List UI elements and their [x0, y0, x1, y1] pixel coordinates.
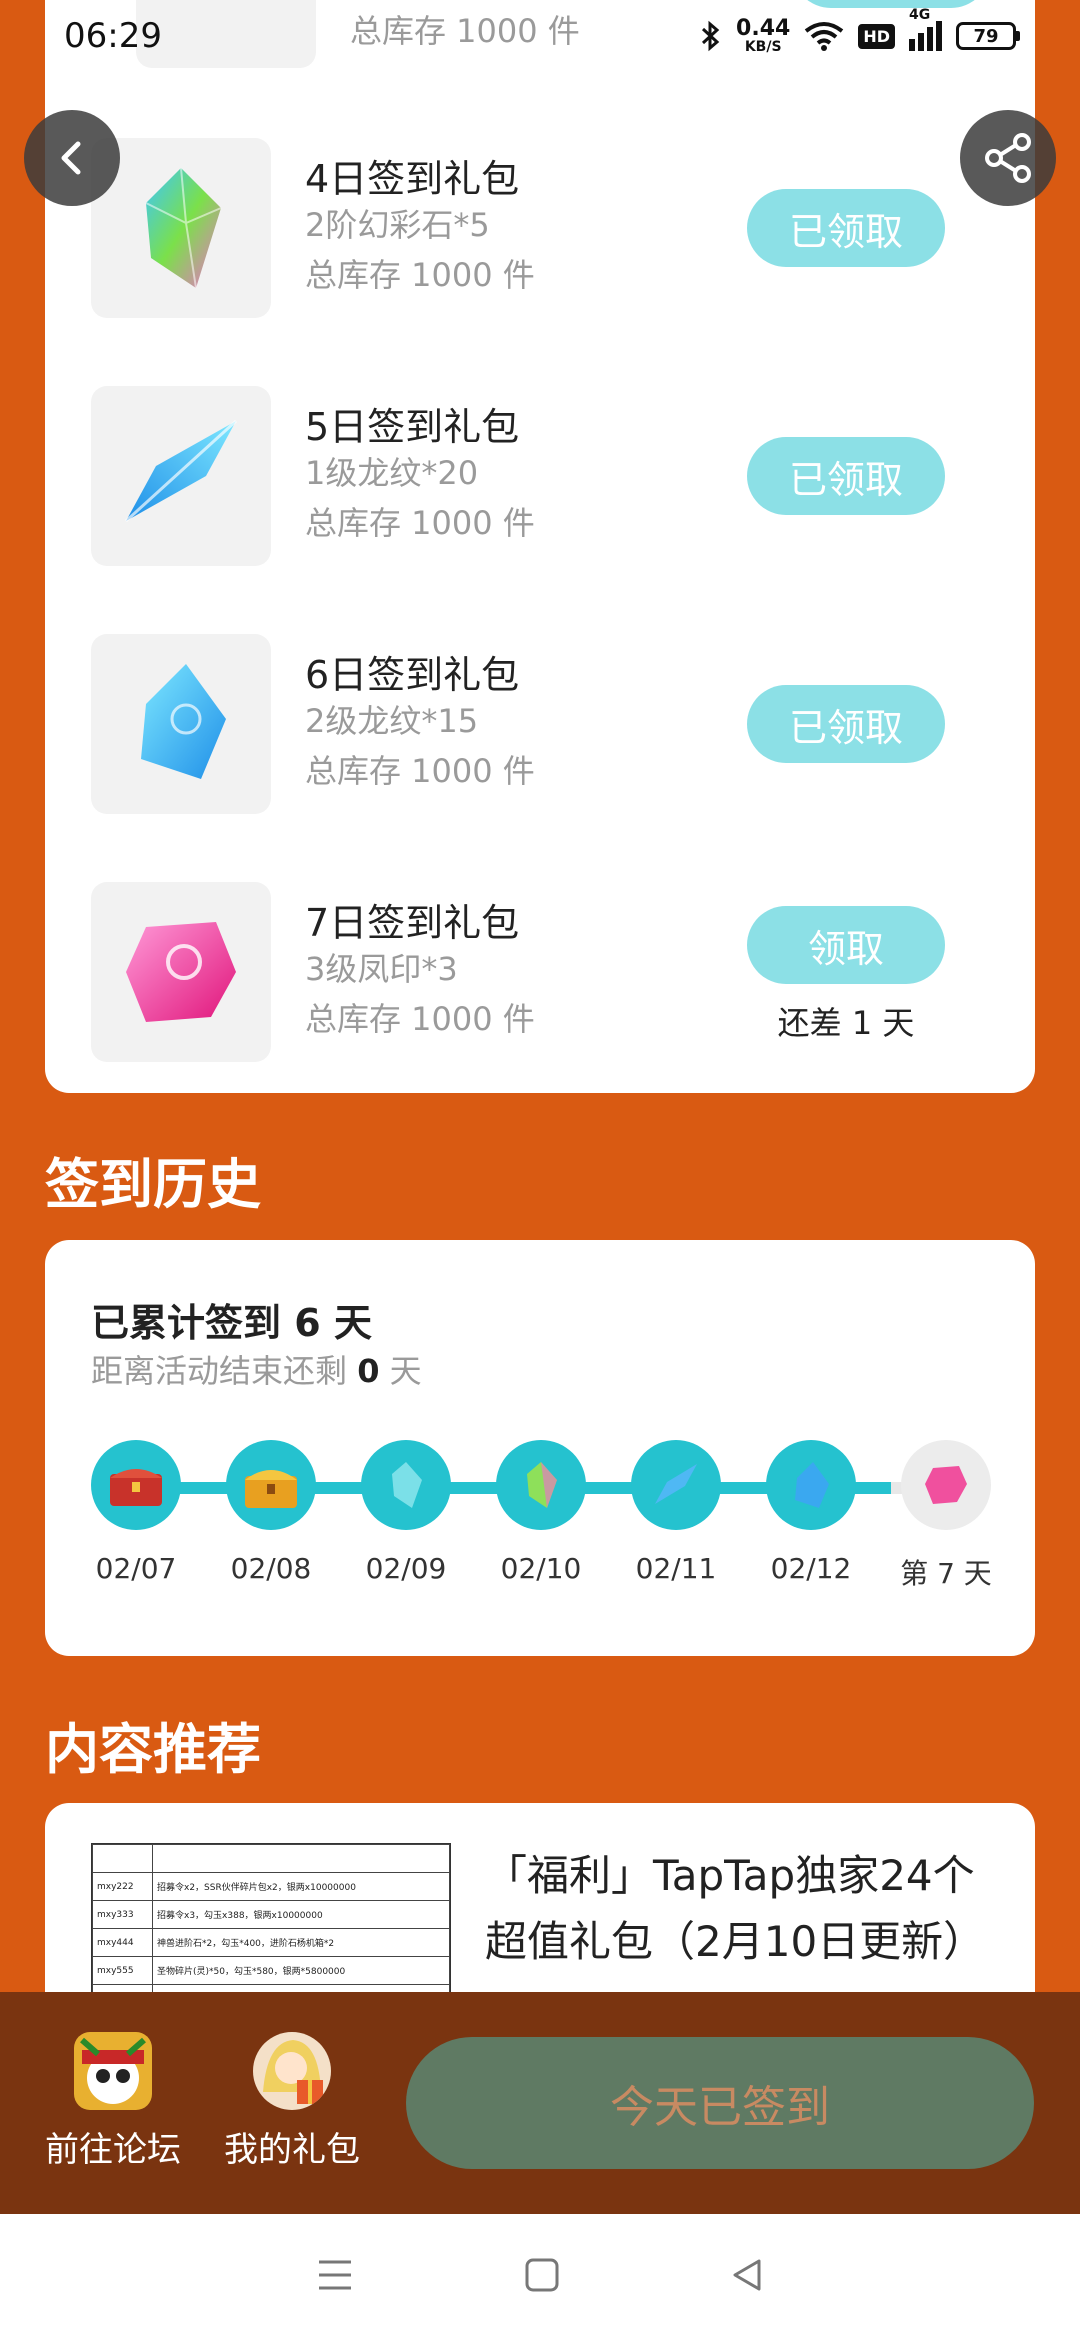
status-time: 06:29 — [64, 16, 162, 56]
forum-button[interactable]: 前往论坛 — [28, 2032, 198, 2171]
timeline-date: 02/10 — [500, 1552, 582, 1585]
gift-list-card: 总库存 1000 件 4日签到礼包 2阶幻彩石*5 总库存 1000 件 已领取… — [45, 0, 1035, 1093]
article-title: 「福利」TapTap独家24个超值礼包（2月10日更新） — [485, 1851, 986, 1966]
system-nav-bar — [0, 2214, 1080, 2340]
back-button[interactable] — [24, 110, 120, 206]
timeline-date: 02/07 — [95, 1552, 177, 1585]
gift-stock: 总库存 1000 件 — [305, 752, 535, 790]
cell-signal-icon: 4G — [909, 7, 942, 51]
net-speed: 0.44 KB/S — [736, 16, 791, 55]
my-gifts-label: 我的礼包 — [224, 2130, 360, 2170]
gift-title: 6日签到礼包 — [305, 653, 520, 697]
bottom-action-bar: 前往论坛 我的礼包 今天已签到 — [0, 1992, 1080, 2214]
gold-chest-icon — [226, 1440, 316, 1530]
timeline-date: 02/09 — [365, 1552, 447, 1585]
gift-stock: 总库存 1000 件 — [305, 1000, 535, 1038]
gift-avatar-icon — [253, 2032, 331, 2110]
gift-desc: 2阶幻彩石*5 — [305, 206, 490, 244]
claimed-button[interactable]: 已领取 — [747, 437, 945, 515]
forum-avatar-icon — [74, 2032, 152, 2110]
share-button[interactable] — [960, 110, 1056, 206]
my-gifts-button[interactable]: 我的礼包 — [207, 2032, 377, 2171]
phoenix-seal-gem-icon — [91, 882, 271, 1062]
gift-row: 7日签到礼包 3级凤印*3 总库存 1000 件 领取 还差 1 天 — [45, 882, 990, 1062]
forum-label: 前往论坛 — [45, 2130, 181, 2170]
dragon-pattern-crystal-icon — [766, 1440, 856, 1530]
home-icon[interactable] — [524, 2257, 560, 2297]
gift-desc: 1级龙纹*20 — [305, 454, 479, 492]
phoenix-seal-gem-icon — [901, 1440, 991, 1530]
dragon-pattern-crystal-icon — [91, 386, 271, 566]
claimed-button[interactable]: 已领取 — [747, 685, 945, 763]
claim-button[interactable]: 领取 — [747, 906, 945, 984]
timeline-date: 02/08 — [230, 1552, 312, 1585]
menu-icon[interactable] — [315, 2258, 355, 2296]
history-card: 已累计签到 6 天 距离活动结束还剩 0 天 02/07 02/08 02/09 — [45, 1240, 1035, 1656]
gift-stock: 总库存 1000 件 — [305, 256, 535, 294]
status-icons: 0.44 KB/S HD 4G 79 — [700, 7, 1020, 55]
gift-stock: 总库存 1000 件 — [305, 504, 535, 542]
gift-desc: 2级龙纹*15 — [305, 702, 479, 740]
gift-title: 5日签到礼包 — [305, 405, 520, 449]
gift-row: 4日签到礼包 2阶幻彩石*5 总库存 1000 件 已领取 — [45, 138, 990, 318]
crystal-icon — [361, 1440, 451, 1530]
gift-row: 5日签到礼包 1级龙纹*20 总库存 1000 件 已领取 — [45, 386, 990, 566]
gift-title: 4日签到礼包 — [305, 157, 520, 201]
gift-row: 6日签到礼包 2级龙纹*15 总库存 1000 件 已领取 — [45, 634, 990, 814]
back-arrow-icon — [61, 141, 81, 175]
back-triangle-icon[interactable] — [729, 2257, 765, 2297]
share-icon — [985, 133, 1031, 183]
claimed-button[interactable]: 已领取 — [747, 189, 945, 267]
wifi-icon — [805, 22, 844, 51]
dragon-pattern-crystal-icon — [91, 634, 271, 814]
treasure-chest-icon — [91, 1440, 181, 1530]
status-bar: 06:29 0.44 KB/S HD 4G 79 — [0, 0, 1080, 72]
days-remaining-note: 还差 1 天 — [777, 1004, 915, 1042]
timeline-date: 第 7 天 — [900, 1557, 992, 1590]
bluetooth-icon — [702, 20, 720, 52]
battery-icon: 79 — [956, 22, 1020, 50]
total-signin-text: 已累计签到 6 天 — [91, 1301, 372, 1345]
timeline-date: 02/11 — [635, 1552, 717, 1585]
rainbow-crystal-icon — [496, 1440, 586, 1530]
remaining-days-text: 距离活动结束还剩 0 天 — [91, 1352, 422, 1390]
recommend-section-title: 内容推荐 — [45, 1718, 261, 1781]
gift-title: 7日签到礼包 — [305, 901, 520, 945]
history-section-title: 签到历史 — [45, 1153, 261, 1216]
signin-timeline: 02/07 02/08 02/09 02/10 02/11 02/12 第 7 … — [91, 1440, 992, 1600]
gift-desc: 3级凤印*3 — [305, 950, 458, 988]
timeline-date: 02/12 — [770, 1552, 852, 1585]
dragon-pattern-crystal-icon — [631, 1440, 721, 1530]
signed-in-today-button[interactable]: 今天已签到 — [406, 2037, 1034, 2169]
hd-badge: HD — [858, 23, 895, 49]
